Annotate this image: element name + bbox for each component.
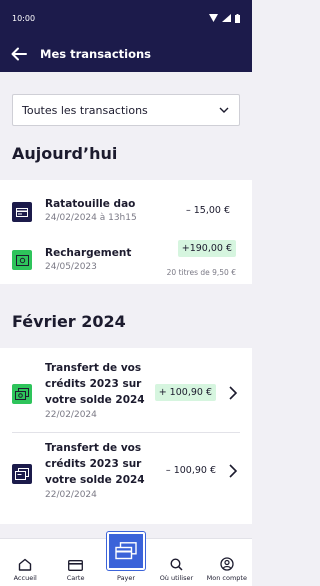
nav-item-card[interactable]: Carte [50,539,100,586]
transaction-filter-select[interactable]: Toutes les transactions [12,94,240,126]
battery-icon [235,13,240,23]
nav-item-home[interactable]: Accueil [0,539,50,586]
home-icon [19,558,32,571]
section-title-february: Février 2024 [12,312,126,331]
wifi-icon [209,14,218,22]
nav-label: Carte [66,574,85,582]
search-icon [170,558,183,571]
nav-item-where[interactable]: Où utiliser [151,539,201,586]
chevron-right-icon[interactable] [228,386,238,400]
filter-container: Toutes les transactions [0,72,252,126]
nav-item-account[interactable]: Mon compte [202,539,252,586]
today-transactions-card: Ratatouille dao 24/02/2024 à 13h15 – 15,… [0,180,252,284]
filter-value: Toutes les transactions [22,103,148,117]
row-divider [12,432,240,433]
transaction-amount-credit: + 100,90 € [154,384,216,401]
signal-icon [222,14,231,22]
page-title: Mes transactions [40,47,152,61]
transaction-name-line: Transfert de vos [45,362,142,374]
transaction-date: 22/02/2024 [45,410,97,420]
chevron-right-icon[interactable] [228,464,238,478]
card-icon [68,560,84,571]
account-icon [220,557,234,571]
transaction-name: Transfert de vos crédits 2023 sur votre … [45,360,145,408]
nav-label: Mon compte [206,574,247,582]
transaction-date: 24/02/2024 à 13h15 [45,213,137,223]
recharge-icon [12,250,32,270]
transaction-name: Rechargement [45,247,132,259]
section-title-today: Aujourd’hui [12,144,118,163]
transaction-name-line: crédits 2023 sur [45,458,142,470]
chevron-down-icon [219,107,229,113]
transaction-name: Ratatouille dao [45,198,136,210]
app-bar: Mes transactions [0,36,252,72]
nav-label: Accueil [13,574,37,582]
transfer-out-icon [12,464,32,484]
transaction-date: 24/05/2023 [45,262,97,272]
status-time: 10:00 [12,13,36,23]
transaction-name: Transfert de vos crédits 2023 sur votre … [45,440,145,488]
transaction-name-line: votre solde 2024 [45,394,145,406]
arrow-left-icon[interactable] [10,45,28,63]
status-icons [209,13,240,23]
transaction-name-line: Transfert de vos [45,442,142,454]
transaction-detail: 20 titres de 9,50 € [166,268,236,277]
transaction-amount-credit: +190,00 € [177,240,236,257]
transaction-name-line: crédits 2023 sur [45,378,142,390]
pay-button[interactable] [107,532,145,570]
transaction-name-line: votre solde 2024 [45,474,145,486]
transaction-amount: – 15,00 € [185,205,230,216]
app-screen: 10:00 Mes transactions Toutes les transa… [0,0,252,586]
card-icon [12,202,32,222]
transaction-date: 22/02/2024 [45,490,97,500]
february-transactions-card: Transfert de vos crédits 2023 sur votre … [0,348,252,524]
status-bar: 10:00 [0,0,252,36]
nav-label: Où utiliser [159,574,194,582]
transfer-in-icon [12,384,32,404]
nav-label: Payer [116,574,136,582]
pay-icon [115,542,137,560]
transaction-amount: – 100,90 € [165,465,216,476]
